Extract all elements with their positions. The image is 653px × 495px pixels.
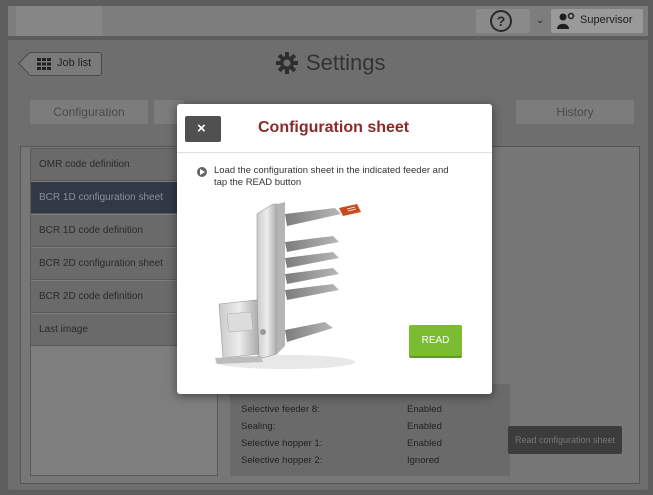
setting-label: Selective hopper 1: [241,438,323,449]
sidebar-item-bcr-1d-code-definition[interactable]: BCR 1D code definition [31,215,187,247]
grid-icon [37,58,51,70]
setting-label: Selective hopper 2: [241,455,323,466]
close-icon: × [197,120,206,137]
read-configuration-sheet-button[interactable]: Read configuration sheet [508,426,622,454]
sidebar-item-omr-code-definition[interactable]: OMR code definition [31,149,187,181]
setting-value: Enabled [407,404,442,415]
read-button[interactable]: READ [409,325,462,358]
user-gear-icon [557,12,575,29]
configuration-sheet-dialog: × Configuration sheet Load the configura… [177,104,492,394]
settings-list: Selective feeder 8: Enabled Sealing: Ena… [230,384,510,476]
sidebar-item-bcr-2d-code-definition[interactable]: BCR 2D code definition [31,281,187,313]
dialog-header: × Configuration sheet [177,104,492,153]
page-title: Settings [306,50,386,75]
top-status-bar: ? ⌄ Supervisor [8,6,648,36]
dialog-title: Configuration sheet [258,119,410,136]
setting-value: Ignored [407,455,440,466]
user-button[interactable]: Supervisor [551,9,643,33]
setting-value: Enabled [407,438,442,449]
job-list-label: Job list [57,57,92,69]
help-button[interactable]: ? [476,9,530,33]
instruction-text: Load the configuration sheet in the indi… [214,165,449,188]
sidebar-item-bcr-1d-configuration-sheet[interactable]: BCR 1D configuration sheet [31,182,187,214]
tab-history[interactable]: History [516,100,634,124]
setting-label: Sealing: [241,421,276,432]
user-role-label: Supervisor [580,14,633,26]
chevron-down-icon[interactable]: ⌄ [536,9,550,33]
sidebar-item-last-image[interactable]: Last image [31,314,187,346]
arrow-right-icon [197,167,207,177]
folder-inserter-machine-illustration [215,202,361,369]
status-segment [16,6,102,36]
close-button[interactable]: × [185,116,221,142]
gear-icon [276,52,298,74]
help-icon: ? [490,10,512,32]
setting-value: Enabled [407,421,442,432]
setting-label: Selective feeder 8: [241,404,320,415]
app-frame: ? ⌄ Supervisor Job list Settings Configu… [0,0,653,495]
job-list-button[interactable]: Job list [28,52,102,76]
sidebar-item-bcr-2d-configuration-sheet[interactable]: BCR 2D configuration sheet [31,248,187,280]
tab-configuration[interactable]: Configuration [30,100,148,124]
